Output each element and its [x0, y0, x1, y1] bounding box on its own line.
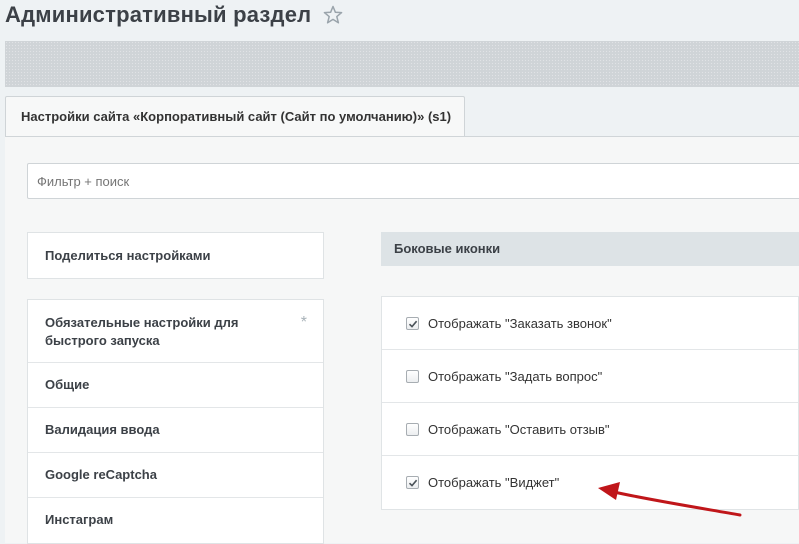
side-icons-options: Отображать "Заказать звонок" Отображать … — [381, 296, 799, 510]
option-label: Отображать "Виджет" — [428, 475, 560, 490]
filter-search-input[interactable] — [27, 163, 799, 199]
sidebar-item-label: Общие — [45, 377, 90, 392]
sidebar-item-instagram[interactable]: Инстаграм — [28, 498, 323, 543]
checkbox-question[interactable] — [406, 369, 419, 383]
option-row-widget[interactable]: Отображать "Виджет" — [382, 456, 798, 509]
option-label: Отображать "Заказать звонок" — [428, 315, 612, 331]
option-label: Отображать "Задать вопрос" — [428, 368, 603, 384]
star-icon[interactable] — [323, 5, 343, 25]
sidebar-item-input-validation[interactable]: Валидация ввода — [28, 408, 323, 453]
sidebar-item-label: Валидация ввода — [45, 422, 160, 437]
settings-sidebar: Обязательные настройки для быстрого запу… — [27, 299, 324, 544]
option-label: Отображать "Оставить отзыв" — [428, 421, 610, 437]
sidebar-item-label: Google reCaptcha — [45, 467, 157, 482]
section-title: Боковые иконки — [381, 232, 799, 266]
checkbox-review[interactable] — [406, 422, 419, 436]
option-row-callback[interactable]: Отображать "Заказать звонок" — [382, 297, 798, 350]
toolbar-band — [5, 41, 799, 87]
page-title: Административный раздел — [5, 2, 312, 27]
option-row-review[interactable]: Отображать "Оставить отзыв" — [382, 403, 798, 456]
page-header: Административный раздел — [0, 0, 799, 40]
settings-content: Поделиться настройками Обязательные наст… — [5, 137, 799, 544]
required-asterisk: * — [300, 314, 307, 331]
checkmark-icon — [408, 479, 418, 487]
checkbox-widget[interactable] — [406, 476, 419, 489]
tab-site-settings[interactable]: Настройки сайта «Корпоративный сайт (Сай… — [5, 96, 465, 136]
sidebar-item-general[interactable]: Общие — [28, 363, 323, 408]
sidebar-item-label: Обязательные настройки для быстрого запу… — [45, 315, 239, 348]
share-settings-button[interactable]: Поделиться настройками — [27, 232, 324, 279]
sidebar-item-label: Инстаграм — [45, 512, 114, 527]
option-row-question[interactable]: Отображать "Задать вопрос" — [382, 350, 798, 403]
sidebar-item-recaptcha[interactable]: Google reCaptcha — [28, 453, 323, 498]
sidebar-item-required-settings[interactable]: Обязательные настройки для быстрого запу… — [28, 300, 323, 363]
tab-strip: Настройки сайта «Корпоративный сайт (Сай… — [5, 96, 799, 137]
checkbox-callback[interactable] — [406, 316, 419, 330]
checkmark-icon — [408, 320, 418, 328]
